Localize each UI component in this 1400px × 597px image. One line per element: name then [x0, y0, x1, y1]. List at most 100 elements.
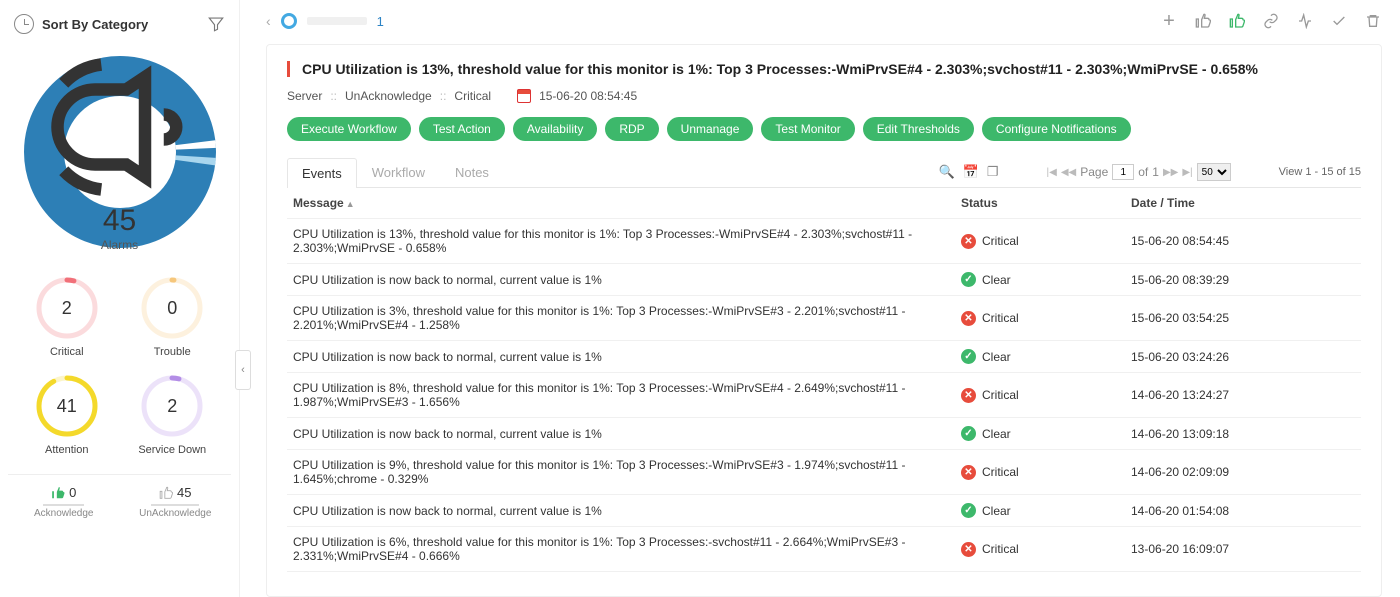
link-icon[interactable]	[1262, 12, 1280, 30]
cell-status: Critical	[982, 388, 1019, 402]
action-test monitor[interactable]: Test Monitor	[761, 117, 854, 141]
total-alarms-donut[interactable]: 45 Alarms	[20, 52, 220, 252]
clock-icon	[14, 14, 34, 34]
critical-icon: ✕	[961, 542, 976, 557]
unacknowledge-tab[interactable]: 45 UnAcknowledge	[120, 485, 232, 519]
meta-ack: UnAcknowledge	[345, 89, 432, 103]
action-rdp[interactable]: RDP	[605, 117, 658, 141]
table-row[interactable]: CPU Utilization is now back to normal, c…	[287, 495, 1361, 527]
cell-date: 14-06-20 13:09:18	[1131, 427, 1361, 441]
meta-type: Server	[287, 89, 322, 103]
mini-label: Attention	[45, 444, 88, 456]
page-input[interactable]	[1112, 164, 1134, 180]
table-row[interactable]: CPU Utilization is 9%, threshold value f…	[287, 450, 1361, 495]
mini-value: 41	[35, 374, 99, 438]
like-filled-icon[interactable]	[1228, 12, 1246, 30]
col-status[interactable]: Status	[961, 196, 1131, 210]
cell-message: CPU Utilization is 3%, threshold value f…	[287, 304, 961, 332]
collapse-sidebar-button[interactable]: ‹	[235, 350, 251, 390]
alarm-name-placeholder	[307, 17, 367, 25]
action-availability[interactable]: Availability	[513, 117, 597, 141]
table-row[interactable]: CPU Utilization is 8%, threshold value f…	[287, 373, 1361, 418]
pager-first[interactable]: |◀	[1047, 167, 1057, 178]
cell-status: Clear	[982, 273, 1011, 287]
add-icon[interactable]: +	[1160, 12, 1178, 30]
pager-next[interactable]: ▶▶	[1163, 167, 1178, 178]
sort-asc-icon: ▲	[346, 199, 355, 209]
table-row[interactable]: CPU Utilization is now back to normal, c…	[287, 264, 1361, 296]
mini-label: Critical	[50, 346, 84, 358]
cell-message: CPU Utilization is now back to normal, c…	[287, 273, 961, 287]
cell-date: 15-06-20 08:54:45	[1131, 234, 1361, 248]
clear-icon: ✓	[961, 349, 976, 364]
table-row[interactable]: CPU Utilization is 6%, threshold value f…	[287, 527, 1361, 572]
action-edit thresholds[interactable]: Edit Thresholds	[863, 117, 974, 141]
cell-date: 14-06-20 13:24:27	[1131, 388, 1361, 402]
critical-icon: ✕	[961, 388, 976, 403]
mini-card-attention[interactable]: 41 Attention	[14, 368, 120, 466]
action-test action[interactable]: Test Action	[419, 117, 505, 141]
critical-icon: ✕	[961, 465, 976, 480]
thumbs-up-outline-icon	[159, 486, 173, 500]
table-row[interactable]: CPU Utilization is 3%, threshold value f…	[287, 296, 1361, 341]
table-row[interactable]: CPU Utilization is now back to normal, c…	[287, 418, 1361, 450]
table-row[interactable]: CPU Utilization is now back to normal, c…	[287, 341, 1361, 373]
cell-message: CPU Utilization is 13%, threshold value …	[287, 227, 961, 255]
unacknowledge-count: 45	[177, 485, 191, 500]
mini-value: 2	[140, 374, 204, 438]
acknowledge-tab[interactable]: 0 Acknowledge	[8, 485, 120, 519]
page-size-select[interactable]: 50	[1197, 163, 1231, 181]
prev-alarm-button[interactable]: ‹	[266, 13, 271, 29]
total-alarms-label: Alarms	[101, 238, 138, 252]
search-icon[interactable]: 🔍	[939, 164, 955, 180]
meta-sep: ::	[330, 89, 337, 103]
alarm-meta: Server :: UnAcknowledge :: Critical 15-0…	[287, 89, 1361, 103]
activity-icon[interactable]	[1296, 12, 1314, 30]
pager: |◀ ◀◀ Page of 1 ▶▶ ▶| 50	[1047, 163, 1231, 181]
meta-severity: Critical	[454, 89, 491, 103]
clear-icon: ✓	[961, 426, 976, 441]
mini-card-critical[interactable]: 2 Critical	[14, 270, 120, 368]
cell-status: Clear	[982, 350, 1011, 364]
cell-message: CPU Utilization is now back to normal, c…	[287, 350, 961, 364]
col-message[interactable]: Message	[293, 196, 344, 210]
table-row[interactable]: CPU Utilization is now back to normal, c…	[287, 572, 1361, 580]
mini-value: 2	[35, 276, 99, 340]
mini-card-trouble[interactable]: 0 Trouble	[120, 270, 226, 368]
tab-workflow[interactable]: Workflow	[357, 157, 440, 187]
pager-prev[interactable]: ◀◀	[1061, 167, 1076, 178]
acknowledge-count: 0	[69, 485, 76, 500]
action-unmanage[interactable]: Unmanage	[667, 117, 754, 141]
cell-message: CPU Utilization is 8%, threshold value f…	[287, 381, 961, 409]
main-panel: ‹ 1 + CPU Utilization is 13%, threshold …	[240, 0, 1400, 597]
cell-date: 15-06-20 03:54:25	[1131, 311, 1361, 325]
pager-last[interactable]: ▶|	[1182, 167, 1192, 178]
trash-icon[interactable]	[1364, 12, 1382, 30]
clear-icon: ✓	[961, 503, 976, 518]
cell-date: 13-06-20 16:09:07	[1131, 542, 1361, 556]
action-execute workflow[interactable]: Execute Workflow	[287, 117, 411, 141]
cell-message: CPU Utilization is now back to normal, c…	[287, 427, 961, 441]
filter-icon[interactable]	[207, 15, 225, 33]
topbar: ‹ 1 +	[266, 8, 1382, 34]
like-outline-icon[interactable]	[1194, 12, 1212, 30]
cell-date: 14-06-20 01:54:08	[1131, 504, 1361, 518]
meta-timestamp: 15-06-20 08:54:45	[539, 89, 637, 103]
mini-card-service down[interactable]: 2 Service Down	[120, 368, 226, 466]
cell-date: 15-06-20 03:24:26	[1131, 350, 1361, 364]
col-date[interactable]: Date / Time	[1131, 196, 1361, 210]
tab-events[interactable]: Events	[287, 158, 357, 188]
action-configure notifications[interactable]: Configure Notifications	[982, 117, 1131, 141]
acknowledge-label: Acknowledge	[8, 508, 120, 519]
table-row[interactable]: CPU Utilization is 13%, threshold value …	[287, 219, 1361, 264]
alarm-title: CPU Utilization is 13%, threshold value …	[287, 61, 1361, 77]
tab-notes[interactable]: Notes	[440, 157, 504, 187]
calendar-filter-icon[interactable]: 📅	[963, 164, 979, 180]
pager-view-text: View 1 - 15 of 15	[1279, 166, 1361, 178]
mini-value: 0	[140, 276, 204, 340]
check-icon[interactable]	[1330, 12, 1348, 30]
cell-status: Critical	[982, 542, 1019, 556]
mini-label: Trouble	[154, 346, 191, 358]
meta-sep: ::	[440, 89, 447, 103]
copy-icon[interactable]: ❐	[987, 164, 999, 180]
